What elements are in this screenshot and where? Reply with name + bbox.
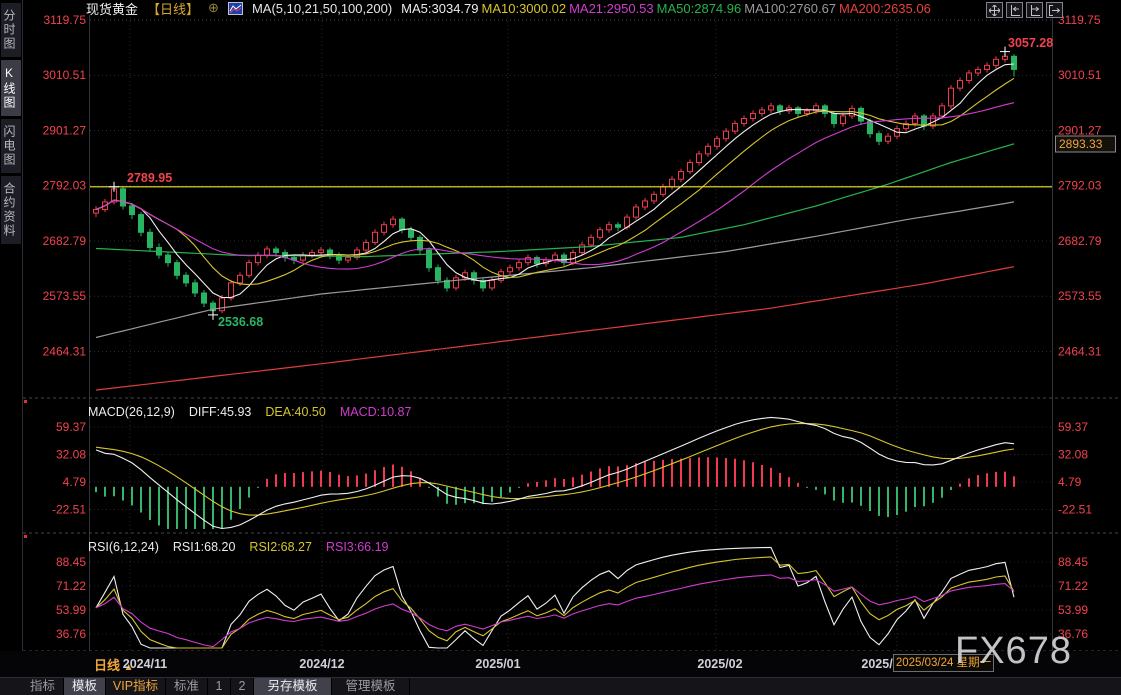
pan-crosshair-icon[interactable] [986,2,1003,18]
rsi2-value: RSI2:68.27 [249,540,312,554]
sidebar-item-3[interactable]: 合约资料 [1,176,21,244]
macd-dea-value: DEA:40.50 [265,405,325,419]
rsi-axis-label-left: 88.45 [56,555,86,569]
watermark: FX678 [955,630,1072,673]
macd-axis-label-left: -22.51 [52,503,86,517]
price-axis-label-right: 3010.51 [1058,68,1102,82]
chart-header: 现货黄金 【日线】 ⊕ MA(5,10,21,50,100,200) MA5:3… [86,0,934,16]
price-annotation-1: 2536.68 [218,315,263,329]
macd-params[interactable]: MACD(26,12,9) [88,405,175,419]
price-axis-label-left: 2573.55 [43,289,87,303]
price-axis-label-left: 3119.75 [44,13,87,27]
price-axis-label-right: 2792.03 [1058,179,1102,193]
macd-header: MACD(26,12,9) DIFF:45.93 DEA:40.50 MACD:… [88,405,411,419]
ma-legend-item-0: MA5:3034.79 [401,1,478,16]
month-label-1: 2024/12 [299,657,344,671]
period-selector-label: 日线 [94,658,120,673]
rsi-header: RSI(6,12,24) RSI1:68.20 RSI2:68.27 RSI3:… [88,540,389,554]
price-axis-label-left: 2792.03 [43,179,87,193]
scale-left-icon[interactable] [1006,2,1023,18]
ma-legend-item-3: MA50:2874.96 [657,1,742,16]
rsi-axis-label-left: 36.76 [56,627,86,641]
price-axis-label-left: 2464.31 [43,344,87,358]
macd-axis-label-right: 4.79 [1058,475,1082,489]
chart-type-icon[interactable] [228,2,243,15]
macd-axis-label-right: -22.51 [1058,503,1092,517]
tab-4[interactable]: 1 [208,678,231,695]
price-axis-label-left: 2901.27 [43,123,87,137]
time-axis-bar: 日线 ▲ 2024/112024/122025/012025/022025/03… [0,651,1121,677]
rsi3-value: RSI3:66.19 [326,540,389,554]
macd-diff-value: DIFF:45.93 [189,405,252,419]
price-axis-label-right: 3119.75 [1058,13,1101,27]
month-label-0: 2024/11 [123,657,168,671]
tab-1[interactable]: 模板 [64,678,106,695]
rsi-axis-label-left: 53.99 [56,603,86,617]
macd-axis-label-right: 59.37 [1058,420,1088,434]
rsi-axis-label-right: 53.99 [1058,603,1088,617]
add-indicator-icon[interactable]: ⊕ [208,0,219,16]
symbol-title: 现货黄金 [86,0,138,18]
ma-legend-item-4: MA100:2760.67 [744,1,836,16]
tab-6[interactable]: 另存模板 [254,678,332,695]
tab-0[interactable]: 指标 [22,678,64,695]
separator-marker-dot [24,400,27,403]
tab-3[interactable]: 标准 [166,678,208,695]
sidebar-item-1[interactable]: K线图 [1,60,21,116]
price-axis-label-right: 2682.79 [1058,234,1102,248]
sidebar-item-2[interactable]: 闪电图 [1,119,21,173]
price-axis-label-right: 2573.55 [1058,289,1102,303]
separator-marker-dot [24,535,27,538]
macd-value: MACD:10.87 [340,405,412,419]
rsi-axis-label-right: 71.22 [1058,579,1088,593]
price-marker-label: 2893.33 [1059,137,1103,151]
macd-axis-label-left: 32.08 [56,447,86,461]
tab-2[interactable]: VIP指标 [106,678,166,695]
move-page-right-icon[interactable] [1046,2,1063,18]
tab-7[interactable]: 管理模板 [332,678,410,695]
ma-legend: MA5:3034.79 MA10:3000.02MA21:2950.53MA50:… [401,1,934,16]
rsi-axis-label-right: 88.45 [1058,555,1088,569]
ma-legend-item-2: MA21:2950.53 [569,1,654,16]
tab-5[interactable]: 2 [231,678,254,695]
ma-legend-item-5: MA200:2635.06 [839,1,931,16]
ma-legend-item-1: MA10:3000.02 [482,1,567,16]
period-label[interactable]: 【日线】 [147,0,199,18]
macd-axis-label-left: 4.79 [63,475,87,489]
price-annotation-0: 3057.28 [1008,36,1053,50]
rsi-params[interactable]: RSI(6,12,24) [88,540,159,554]
price-axis-label-right: 2464.31 [1058,344,1102,358]
scale-right-icon[interactable] [1026,2,1043,18]
rsi-axis-label-left: 71.22 [56,579,86,593]
chart-toolbar [986,2,1063,18]
sidebar-item-0[interactable]: 分时图 [1,3,21,57]
ma-group-label: MA(5,10,21,50,100,200) [252,1,392,16]
month-label-2: 2025/01 [475,657,520,671]
price-axis-label-left: 2682.79 [43,234,87,248]
left-sidebar: 分时图 K线图闪电图合约资料 [0,0,23,676]
bottom-tabbar: 指标模板VIP指标标准12另存模板管理模板 [0,677,1121,695]
price-axis-label-right: 2901.27 [1058,123,1102,137]
trading-app-window: 3119.75 3119.75 3010.51 3010.51 2901.27 2901.… [0,0,1121,695]
hline-price-label: 2789.95 [127,171,172,185]
month-label-3: 2025/02 [697,657,742,671]
price-axis-label-left: 3010.51 [43,68,87,82]
rsi1-value: RSI1:68.20 [173,540,236,554]
macd-axis-label-right: 32.08 [1058,447,1088,461]
chart-canvas[interactable]: 3119.75 3119.75 3010.51 3010.51 2901.27 2901.… [0,0,1121,695]
macd-axis-label-left: 59.37 [56,420,86,434]
